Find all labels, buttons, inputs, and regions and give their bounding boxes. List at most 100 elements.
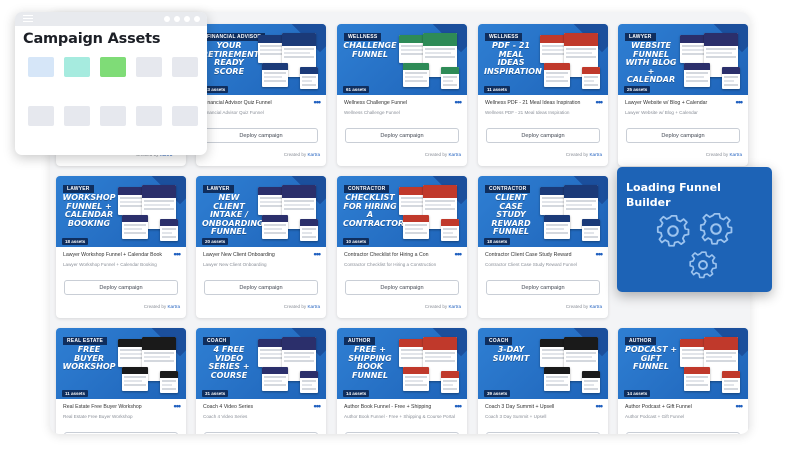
asset-thumbnail[interactable] [64,57,90,77]
page-preview [544,63,570,87]
asset-thumbnail[interactable] [136,57,162,77]
campaign-subtitle: Author Book Funnel - Free + Shipping & C… [344,414,455,419]
campaign-thumbnail[interactable]: WELLNESS PDF - 21 MEAL IDEAS INSPIRATION 1… [478,24,608,95]
asset-thumbnail[interactable] [28,57,54,77]
page-preview [300,371,318,393]
campaign-thumbnail[interactable]: COACH 3-DAY SUMMIT 39 assets [478,328,608,399]
campaign-thumbnail[interactable]: LAWYER WORKSHOP FUNNEL + CALENDAR BOOKING… [56,176,186,247]
category-tag: AUTHOR [344,337,375,345]
more-options-icon[interactable]: ••• [314,97,322,107]
deploy-campaign-button[interactable]: Deploy campaign [345,432,459,434]
campaign-thumbnail[interactable]: CONTRACTOR CLIENT CASE STUDY REWARD FUNNE… [478,176,608,247]
campaign-subtitle: Lawyer Website w/ Blog + Calendar [625,110,698,115]
assets-count-badge: 31 assets [202,390,229,397]
campaign-card[interactable]: AUTHOR PODCAST + GIFT FUNNEL 14 assets Auth… [618,328,748,434]
asset-thumbnail[interactable] [172,57,198,77]
created-by-author: Kartra [307,152,320,157]
created-by-label: Created by [283,304,307,309]
campaign-card[interactable]: CONTRACTOR CHECKLIST FOR HIRING A CONTRAC… [337,176,467,318]
created-by: Created by Kartra [425,152,461,157]
thumbnail-headline: CHECKLIST FOR HIRING A CONTRACTOR [343,193,405,228]
page-preview [582,371,600,393]
more-options-icon[interactable]: ••• [596,401,604,411]
more-options-icon[interactable]: ••• [174,249,182,259]
more-options-icon[interactable]: ••• [455,97,463,107]
asset-thumbnail[interactable] [100,57,126,77]
campaign-thumbnail[interactable]: CONTRACTOR CHECKLIST FOR HIRING A CONTRAC… [337,176,467,247]
campaign-card[interactable]: REAL ESTATE FREE BUYER WORKSHOP 11 assets R… [56,328,186,434]
created-by-label: Created by [424,304,448,309]
page-preview [684,63,710,87]
page-preview [122,215,148,239]
more-options-icon[interactable]: ••• [455,401,463,411]
campaign-card[interactable]: COACH 4 FREE VIDEO SERIES + COURSE 31 asse… [196,328,326,434]
loading-funnel-builder-card: Loading Funnel Builder [617,167,772,292]
category-tag: COACH [203,337,231,345]
category-tag: WELLNESS [344,33,382,41]
more-options-icon[interactable]: ••• [314,249,322,259]
deploy-campaign-button[interactable]: Deploy campaign [626,432,740,434]
campaign-thumbnail[interactable]: REAL ESTATE FREE BUYER WORKSHOP 11 assets [56,328,186,399]
page-preview [160,219,178,241]
campaign-assets-panel: Campaign Assets [15,12,207,155]
asset-thumbnail[interactable] [100,106,126,126]
deploy-campaign-button[interactable]: Deploy campaign [204,432,318,434]
more-options-icon[interactable]: ••• [174,401,182,411]
deploy-campaign-button[interactable]: Deploy campaign [486,128,600,143]
campaign-card[interactable]: FINANCIAL ADVISOR YOUR RETIREMENT READY S… [196,24,326,166]
funnel-preview [399,185,461,243]
deploy-campaign-button[interactable]: Deploy campaign [345,280,459,295]
campaign-card[interactable]: LAWYER NEW CLIENT INTAKE / ONBOARDING FUN… [196,176,326,318]
more-options-icon[interactable]: ••• [596,249,604,259]
more-options-icon[interactable]: ••• [455,249,463,259]
campaign-card[interactable]: AUTHOR FREE + SHIPPING BOOK FUNNEL 14 asse… [337,328,467,434]
campaign-thumbnail[interactable]: COACH 4 FREE VIDEO SERIES + COURSE 31 asse… [196,328,326,399]
campaign-thumbnail[interactable]: FINANCIAL ADVISOR YOUR RETIREMENT READY S… [196,24,326,95]
campaign-card[interactable]: CONTRACTOR CLIENT CASE STUDY REWARD FUNNE… [478,176,608,318]
campaign-subtitle: Contractor Checklist for Hiring a Constr… [344,262,437,267]
campaign-thumbnail[interactable]: WELLNESS CHALLENGE FUNNEL 61 assets [337,24,467,95]
campaign-card[interactable]: WELLNESS PDF - 21 MEAL IDEAS INSPIRATION 1… [478,24,608,166]
gear-icon [699,212,733,245]
deploy-campaign-button[interactable]: Deploy campaign [204,128,318,143]
deploy-campaign-button[interactable]: Deploy campaign [345,128,459,143]
campaign-card[interactable]: LAWYER WORKSHOP FUNNEL + CALENDAR BOOKING… [56,176,186,318]
window-dot-icon [164,16,170,22]
assets-count-badge: 25 assets [624,86,651,93]
thumbnail-headline: YOUR RETIREMENT READY SCORE [202,41,260,76]
thumbnail-headline: 3-DAY SUMMIT [492,345,530,363]
campaign-title: Real Estate Free Buyer Workshop [63,404,142,410]
more-options-icon[interactable]: ••• [736,401,744,411]
more-options-icon[interactable]: ••• [314,401,322,411]
asset-thumbnail[interactable] [28,106,54,126]
assets-count-badge: 61 assets [343,86,370,93]
menu-icon[interactable] [23,15,33,24]
campaign-thumbnail[interactable]: LAWYER WEBSITE FUNNEL WITH BLOG + CALENDA… [618,24,748,95]
category-tag: CONTRACTOR [344,185,390,193]
asset-thumbnail[interactable] [172,106,198,126]
deploy-campaign-button[interactable]: Deploy campaign [486,280,600,295]
deploy-campaign-button[interactable]: Deploy campaign [486,432,600,434]
category-tag: CONTRACTOR [485,185,531,193]
deploy-campaign-button[interactable]: Deploy campaign [64,432,178,434]
campaign-subtitle: Wellness Challenge Funnel [344,110,400,115]
more-options-icon[interactable]: ••• [596,97,604,107]
deploy-campaign-button[interactable]: Deploy campaign [626,128,740,143]
assets-count-badge: 20 assets [202,238,229,245]
page-preview [300,67,318,89]
asset-thumbnail[interactable] [136,106,162,126]
deploy-campaign-button[interactable]: Deploy campaign [204,280,318,295]
campaign-thumbnail[interactable]: AUTHOR PODCAST + GIFT FUNNEL 14 assets [618,328,748,399]
category-tag: LAWYER [203,185,234,193]
campaign-card[interactable]: LAWYER WEBSITE FUNNEL WITH BLOG + CALENDA… [618,24,748,166]
assets-count-badge: 18 assets [484,238,511,245]
campaign-thumbnail[interactable]: AUTHOR FREE + SHIPPING BOOK FUNNEL 14 asse… [337,328,467,399]
asset-thumbnail[interactable] [64,106,90,126]
page-preview [441,67,459,89]
campaign-card[interactable]: WELLNESS CHALLENGE FUNNEL 61 assets Wellnes… [337,24,467,166]
campaign-thumbnail[interactable]: LAWYER NEW CLIENT INTAKE / ONBOARDING FUN… [196,176,326,247]
campaign-card[interactable]: COACH 3-DAY SUMMIT 39 assets Coach 3 Day Su… [478,328,608,434]
category-tag: LAWYER [63,185,94,193]
more-options-icon[interactable]: ••• [736,97,744,107]
deploy-campaign-button[interactable]: Deploy campaign [64,280,178,295]
